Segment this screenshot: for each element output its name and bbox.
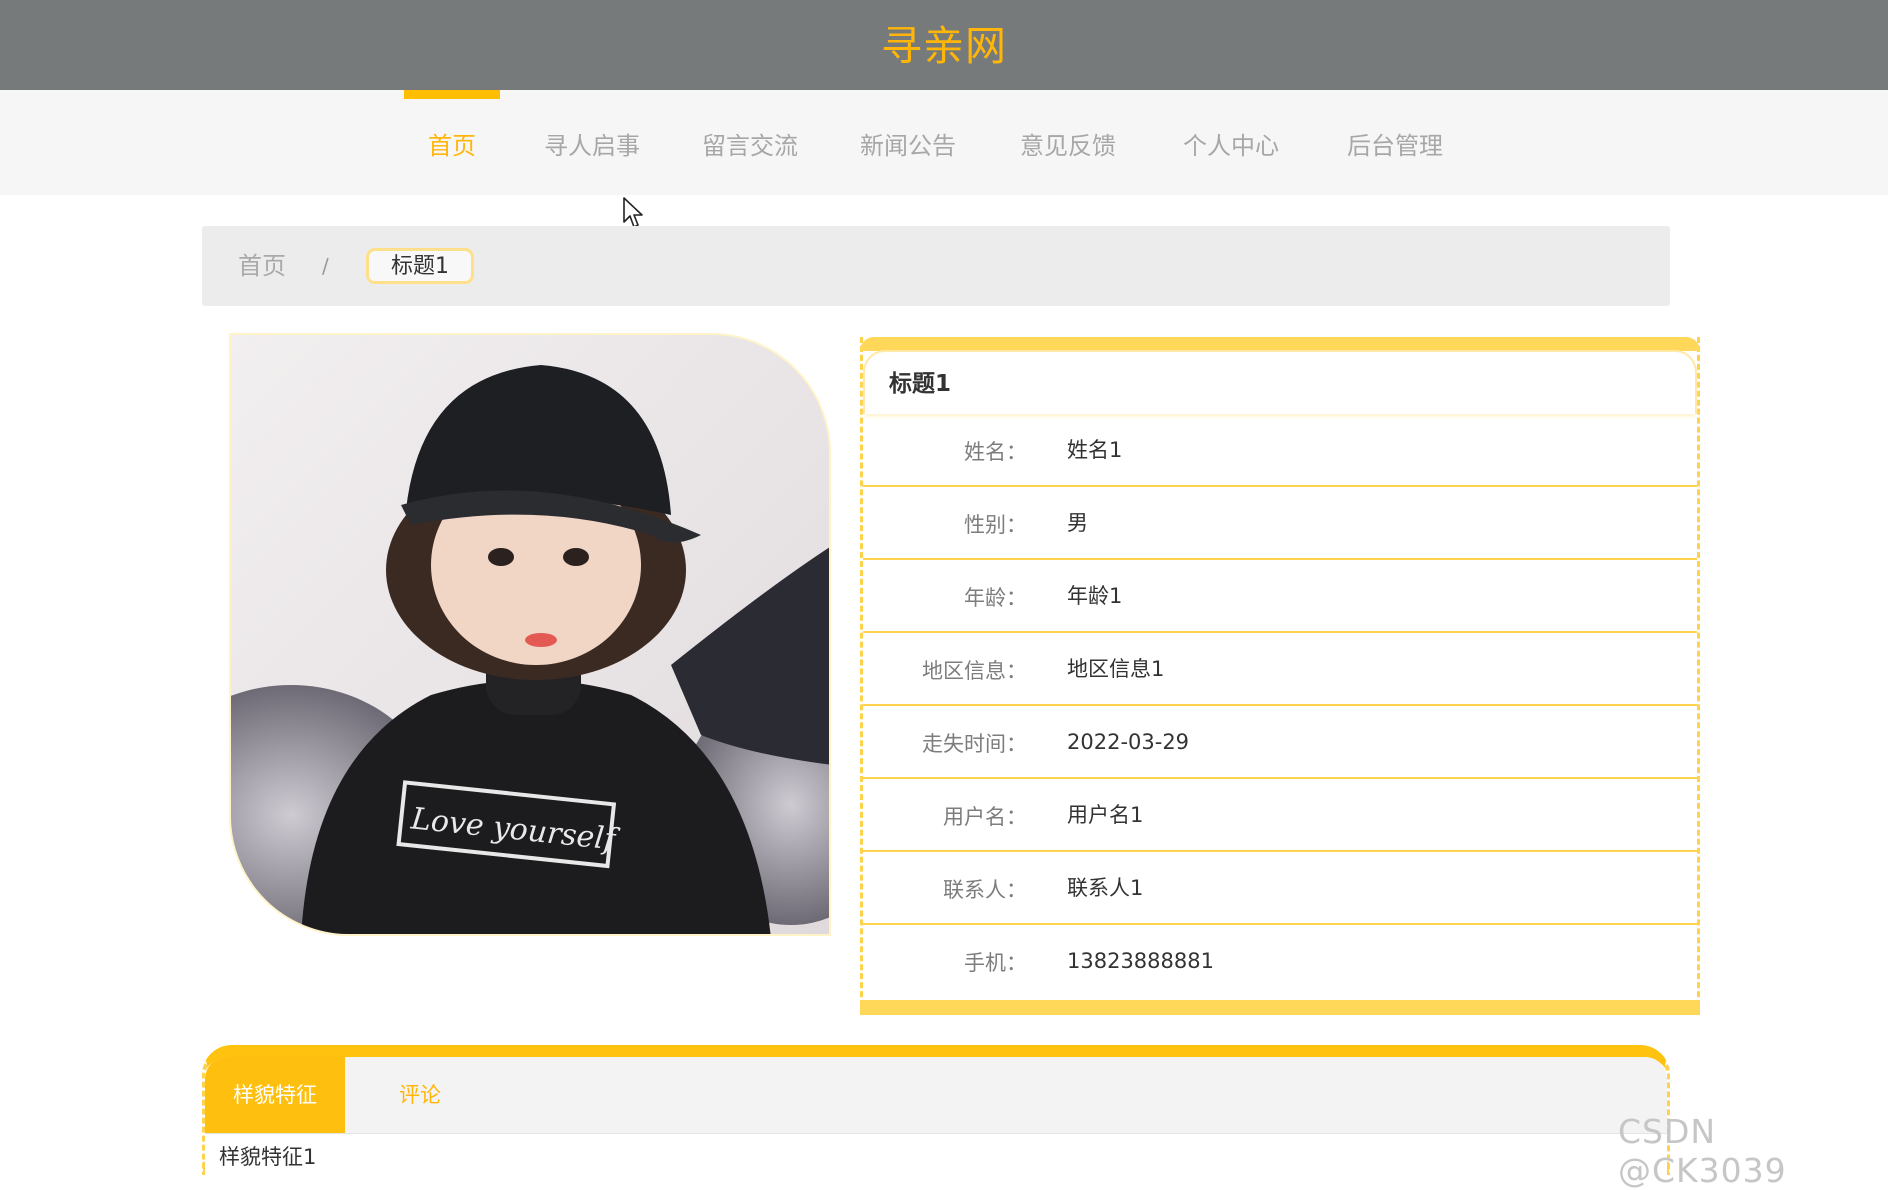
tab-comments[interactable]: 评论: [345, 1057, 495, 1133]
detail-title: 标题1: [889, 371, 952, 397]
field-row-name: 姓名： 姓名1: [863, 414, 1697, 487]
detail-title-box: 标题1: [863, 350, 1697, 414]
field-value: 用户名1: [1067, 803, 1144, 827]
breadcrumb: 首页 / 标题1: [202, 226, 1670, 306]
nav-item-messages[interactable]: 留言交流: [694, 90, 806, 195]
breadcrumb-home[interactable]: 首页: [238, 226, 286, 306]
nav-item-profile[interactable]: 个人中心: [1175, 90, 1287, 195]
field-label: 年龄：: [964, 586, 1027, 610]
tab-strip: 样貌特征 评论: [205, 1057, 1667, 1134]
field-value: 地区信息1: [1067, 657, 1165, 681]
field-label: 地区信息：: [922, 659, 1027, 683]
tab-appearance[interactable]: 样貌特征: [205, 1057, 345, 1133]
site-header: 寻亲网: [0, 0, 1888, 90]
watermark: CSDN @CK3039: [1618, 1112, 1787, 1190]
field-label: 姓名：: [964, 440, 1027, 464]
field-label: 性别：: [964, 513, 1027, 537]
field-label: 走失时间：: [922, 732, 1027, 756]
main-nav: 首页 寻人启事 留言交流 新闻公告 意见反馈 个人中心 后台管理: [0, 90, 1888, 195]
field-value: 2022-03-29: [1067, 730, 1190, 754]
detail-tabs: 样貌特征 评论 样貌特征1: [202, 1045, 1670, 1175]
field-value: 13823888881: [1067, 949, 1214, 973]
field-value: 年龄1: [1067, 584, 1123, 608]
child-portrait-image: Love yourself: [231, 335, 829, 934]
mouse-cursor-icon: [623, 197, 643, 228]
field-row-age: 年龄： 年龄1: [863, 560, 1697, 633]
nav-item-feedback[interactable]: 意见反馈: [1012, 90, 1124, 195]
breadcrumb-separator: /: [322, 254, 329, 278]
field-row-gender: 性别： 男: [863, 487, 1697, 560]
nav-item-missing-notices[interactable]: 寻人启事: [536, 90, 648, 195]
nav-active-indicator: [404, 90, 500, 99]
detail-top-bar: [860, 337, 1700, 351]
field-label: 联系人：: [943, 878, 1027, 902]
field-row-username: 用户名： 用户名1: [863, 779, 1697, 852]
tab-content-text: 样貌特征1: [219, 1145, 317, 1169]
field-row-phone: 手机： 13823888881: [863, 925, 1697, 998]
field-value: 男: [1067, 511, 1088, 535]
nav-item-admin[interactable]: 后台管理: [1339, 90, 1451, 195]
field-label: 用户名：: [943, 805, 1027, 829]
detail-bottom-bar: [860, 1000, 1700, 1015]
field-value: 姓名1: [1067, 438, 1123, 462]
field-label: 手机：: [964, 951, 1027, 975]
breadcrumb-current: 标题1: [366, 248, 474, 284]
nav-item-home[interactable]: 首页: [404, 90, 500, 195]
field-value: 联系人1: [1067, 876, 1144, 900]
field-row-missing-date: 走失时间： 2022-03-29: [863, 706, 1697, 779]
missing-person-photo: Love yourself: [229, 333, 831, 936]
field-row-contact: 联系人： 联系人1: [863, 852, 1697, 925]
field-row-region: 地区信息： 地区信息1: [863, 633, 1697, 706]
nav-item-news[interactable]: 新闻公告: [852, 90, 964, 195]
site-title: 寻亲网: [881, 22, 1007, 70]
